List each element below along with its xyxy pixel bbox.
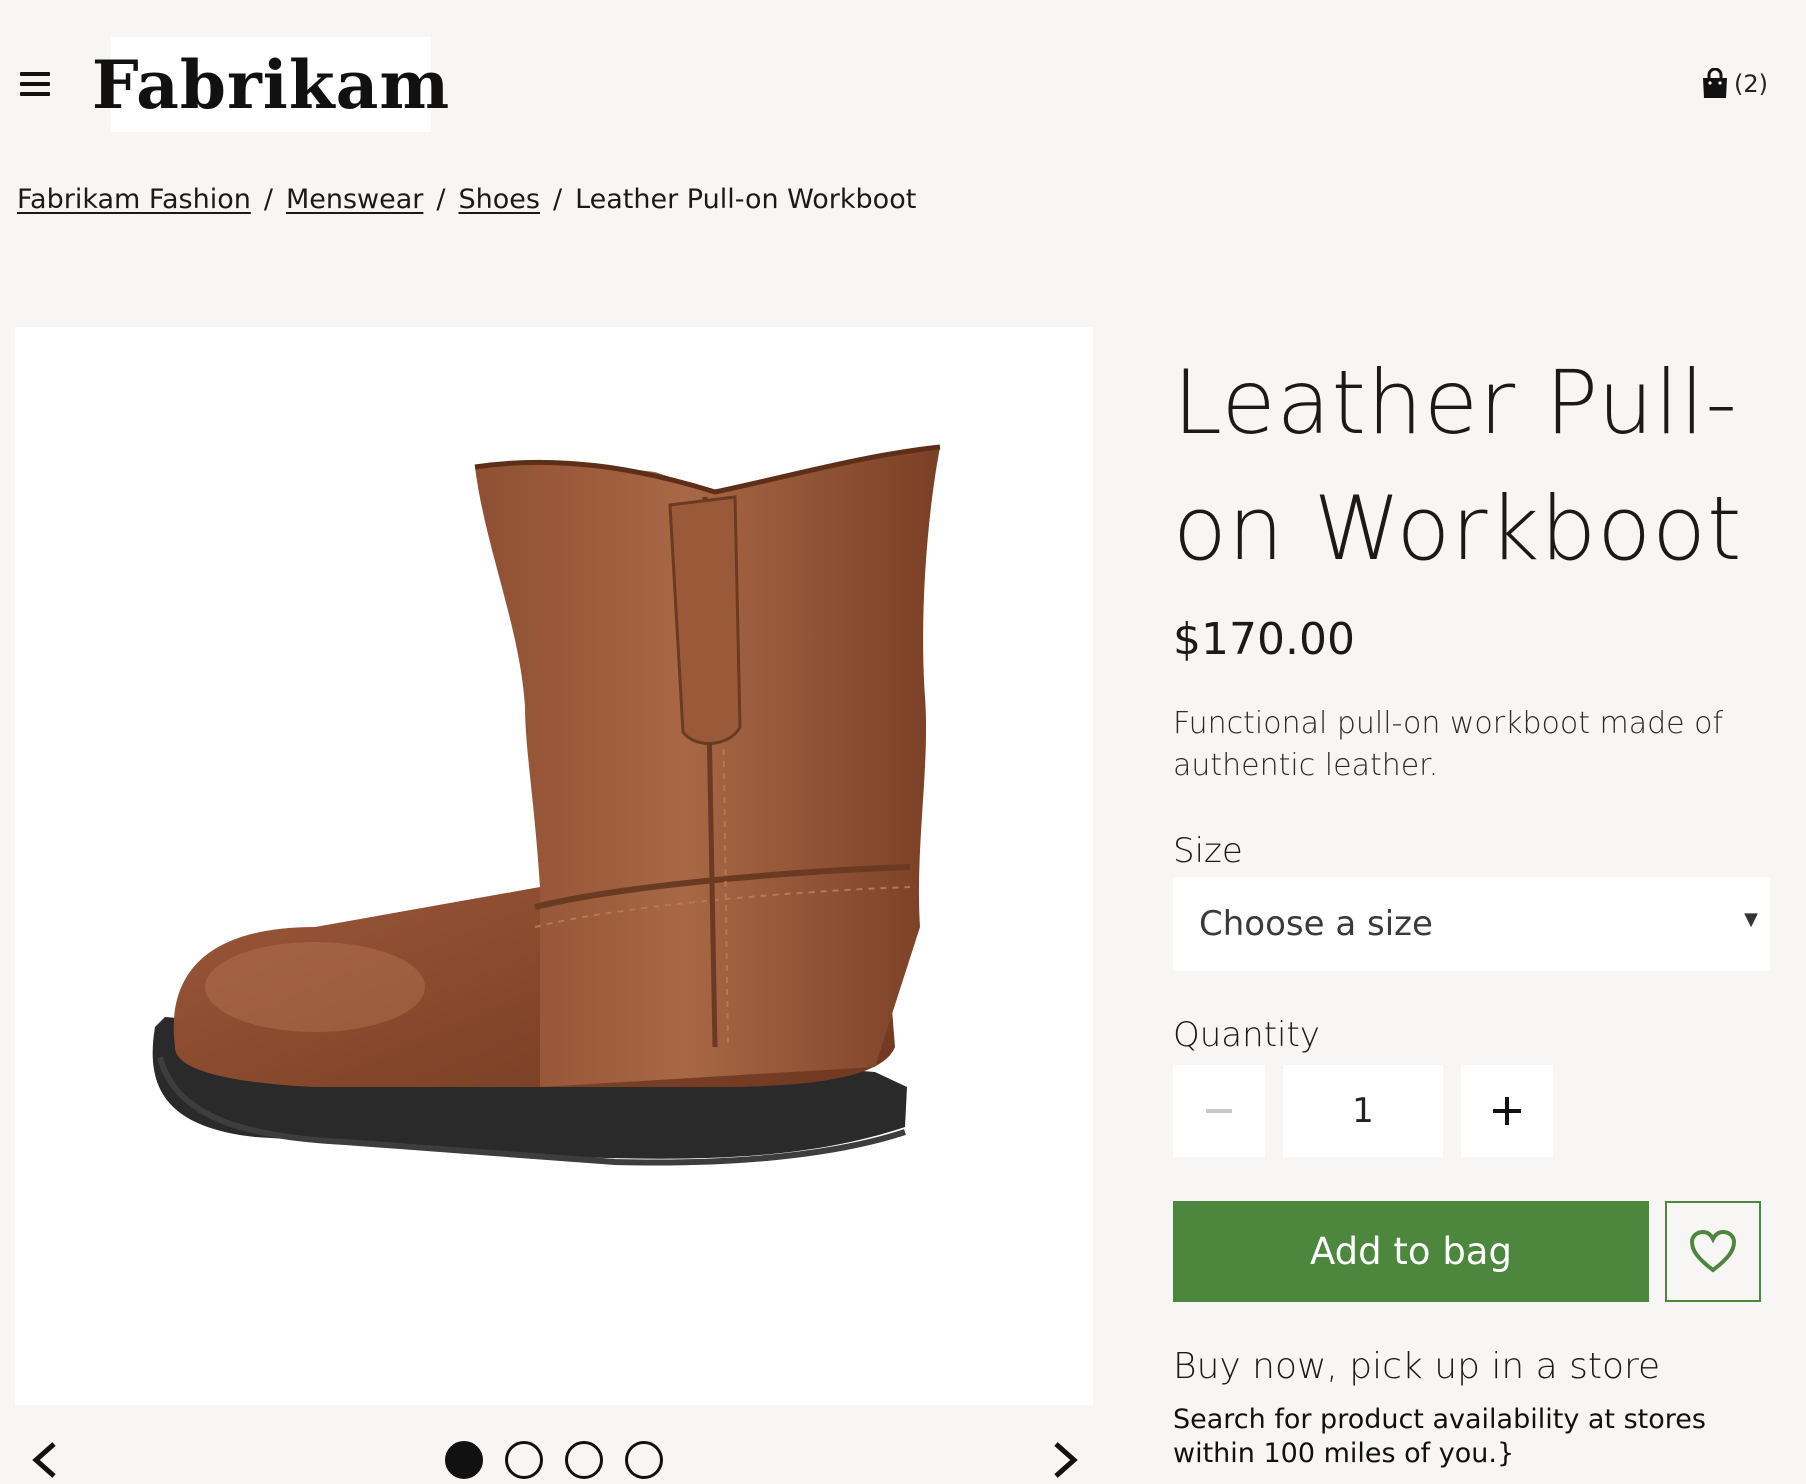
carousel-dots: [445, 1441, 663, 1479]
chevron-down-icon: ▼: [1744, 909, 1758, 930]
carousel-dot[interactable]: [505, 1441, 543, 1479]
logo-text: Fabrikam: [91, 45, 451, 124]
breadcrumb-separator: /: [552, 184, 563, 215]
size-select[interactable]: Choose a size ▼: [1173, 877, 1770, 971]
size-select-value: Choose a size: [1199, 904, 1433, 944]
menu-icon[interactable]: [20, 72, 50, 96]
minus-icon: [1206, 1109, 1232, 1113]
pickup-title: Buy now, pick up in a store: [1173, 1346, 1661, 1387]
carousel-next-button[interactable]: [1048, 1440, 1084, 1480]
breadcrumb-current: Leather Pull-on Workboot: [575, 184, 917, 215]
breadcrumb-link-shoes[interactable]: Shoes: [459, 184, 540, 215]
action-row: Add to bag: [1173, 1201, 1773, 1302]
wishlist-button[interactable]: [1665, 1201, 1761, 1302]
chevron-right-icon: [1054, 1442, 1078, 1478]
cart-count: (2): [1734, 70, 1768, 98]
site-header: Fabrikam (2): [0, 0, 1806, 160]
size-label: Size: [1173, 831, 1243, 871]
product-title-line1: Leather Pull-: [1173, 351, 1739, 454]
product-image[interactable]: [15, 327, 1093, 1405]
cart-button[interactable]: (2): [1700, 68, 1768, 100]
product-description: Functional pull-on workboot made of auth…: [1173, 706, 1724, 783]
carousel-prev-button[interactable]: [26, 1440, 62, 1480]
chevron-left-icon: [32, 1442, 56, 1478]
shopping-bag-icon: [1703, 68, 1727, 98]
breadcrumb-link-fashion[interactable]: Fabrikam Fashion: [17, 184, 251, 215]
product-title-line2: on Workboot: [1173, 477, 1743, 580]
carousel-dot[interactable]: [445, 1441, 483, 1479]
breadcrumb-link-menswear[interactable]: Menswear: [286, 184, 423, 215]
decrease-quantity-button[interactable]: [1173, 1065, 1265, 1157]
add-to-bag-button[interactable]: Add to bag: [1173, 1201, 1649, 1302]
quantity-input[interactable]: 1: [1283, 1065, 1443, 1157]
product-title: Leather Pull- on Workboot: [1173, 340, 1773, 592]
quantity-stepper: 1: [1173, 1065, 1773, 1157]
pickup-text: Search for product availability at store…: [1173, 1404, 1706, 1469]
quantity-label: Quantity: [1173, 1015, 1320, 1055]
carousel-dot[interactable]: [625, 1441, 663, 1479]
product-details: Leather Pull- on Workboot $170.00 Functi…: [1173, 340, 1773, 1471]
logo[interactable]: Fabrikam: [92, 37, 449, 132]
boot-image: [152, 444, 941, 1166]
carousel-dot[interactable]: [565, 1441, 603, 1479]
breadcrumb: Fabrikam Fashion / Menswear / Shoes / Le…: [17, 184, 916, 215]
product-price: $170.00: [1173, 614, 1355, 665]
plus-icon: [1493, 1097, 1521, 1125]
breadcrumb-separator: /: [436, 184, 446, 215]
heart-icon: [1689, 1229, 1737, 1273]
increase-quantity-button[interactable]: [1461, 1065, 1553, 1157]
breadcrumb-separator: /: [263, 184, 273, 215]
